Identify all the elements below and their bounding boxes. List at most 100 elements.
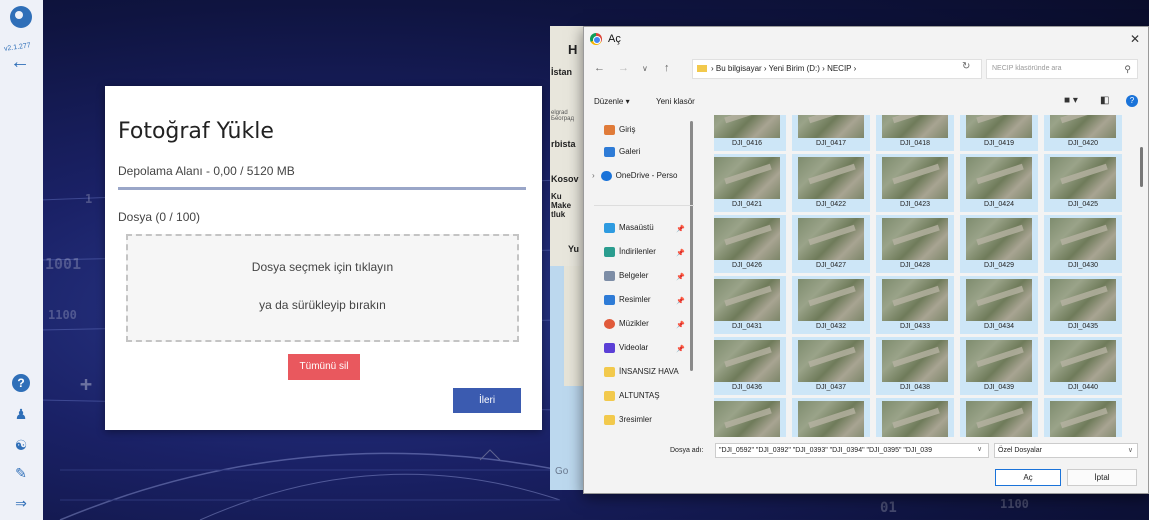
open-button[interactable]: Aç [995,469,1061,486]
users-icon[interactable]: ☯ [12,436,30,454]
file-thumbnail [1050,218,1116,260]
sidebar-item-home[interactable]: Giriş [604,125,635,135]
next-button[interactable]: İleri [453,388,521,413]
up-icon[interactable]: ↑ [664,62,670,74]
sidebar-item-label: Müzikler [619,319,649,329]
file-tile[interactable]: DJI_0425 [1044,154,1122,212]
pin-icon[interactable]: 📌 [676,225,685,233]
file-tile[interactable]: DJI_0435 [1044,276,1122,334]
sidebar-item-videos[interactable]: Videolar [604,343,648,353]
search-icon: ⚲ [1124,64,1131,74]
file-tile[interactable]: DJI_0436 [714,337,786,395]
file-tile[interactable]: DJI_0423 [876,154,954,212]
cancel-button[interactable]: İptal [1067,469,1137,486]
file-tile[interactable] [876,398,954,437]
file-tile[interactable]: DJI_0422 [792,154,870,212]
sidebar-item-folder[interactable]: ALTUNTAŞ [604,391,660,401]
breadcrumb-item[interactable]: Bu bilgisayar [716,64,762,73]
sidebar-item-desktop[interactable]: Masaüstü [604,223,654,233]
refresh-icon[interactable]: ↻ [962,61,970,72]
file-tile[interactable] [1044,398,1122,437]
sidebar-item-onedrive[interactable]: › OneDrive - Perso [592,171,677,181]
back-arrow-icon[interactable]: ← [10,52,30,72]
file-tile[interactable]: DJI_0433 [876,276,954,334]
delete-all-button[interactable]: Tümünü sil [288,354,360,380]
chevron-down-icon[interactable]: ∨ [977,445,982,453]
search-input[interactable]: NECIP klasöründe ara ⚲ [986,59,1138,79]
file-tile[interactable]: DJI_0439 [960,337,1038,395]
background-digits: 1100 [1000,497,1029,511]
filetype-select[interactable]: Özel Dosyalar ∨ [994,443,1138,458]
pin-icon[interactable]: 📌 [676,345,685,353]
filename-label: Dosya adı: [670,447,704,454]
recent-dropdown-icon[interactable]: ∨ [642,64,648,73]
filename-input[interactable]: "DJI_0592" "DJI_0392" "DJI_0393" "DJI_03… [715,443,989,458]
file-tile[interactable]: DJI_0427 [792,215,870,273]
file-thumbnail [882,115,948,138]
file-name: DJI_0438 [900,384,930,391]
new-folder-button[interactable]: Yeni klasör [656,97,695,106]
file-tile[interactable]: DJI_0421 [714,154,786,212]
file-tile[interactable]: DJI_0434 [960,276,1038,334]
breadcrumb-item[interactable]: NECIP [827,64,851,73]
forward-icon[interactable]: → [618,62,629,74]
preview-pane-icon[interactable]: ◧ [1100,95,1109,106]
logout-icon[interactable]: ⇒ [12,494,30,512]
user-edit-icon[interactable]: ✎ [12,464,30,482]
pin-icon[interactable]: 📌 [676,297,685,305]
file-tile[interactable]: DJI_0430 [1044,215,1122,273]
chevron-down-icon: ∨ [1127,447,1133,454]
file-tile[interactable]: DJI_0417 [792,115,870,151]
file-tile[interactable] [792,398,870,437]
help-icon[interactable]: ? [12,374,30,392]
breadcrumb-item[interactable]: Yeni Birim (D:) [769,64,820,73]
file-tile[interactable] [714,398,786,437]
file-name: DJI_0423 [900,201,930,208]
sidebar-item-music[interactable]: Müzikler [604,319,649,329]
file-tile[interactable]: DJI_0440 [1044,337,1122,395]
file-tile[interactable]: DJI_0428 [876,215,954,273]
map-view[interactable]: H İstan elgrad Београд rbista Kosov Ku M… [550,26,584,490]
file-thumbnail [1050,340,1116,382]
file-tile[interactable]: DJI_0432 [792,276,870,334]
file-tile[interactable]: DJI_0416 [714,115,786,151]
file-tile[interactable]: DJI_0420 [1044,115,1122,151]
file-tile[interactable]: DJI_0424 [960,154,1038,212]
organize-button[interactable]: Düzenle ▾ [594,97,630,106]
file-tile[interactable]: DJI_0429 [960,215,1038,273]
sidebar-item-downloads[interactable]: İndirilenler [604,247,656,257]
chevron-right-icon[interactable]: › [592,171,595,180]
file-tile[interactable]: DJI_0431 [714,276,786,334]
close-icon[interactable]: ✕ [1130,32,1140,46]
pin-icon[interactable]: 📌 [676,249,685,257]
file-grid-scrollbar[interactable] [1140,147,1143,187]
sidebar-item-folder[interactable]: İNSANSIZ HAVA [604,367,679,377]
dialog-titlebar: Aç ✕ [584,27,1148,53]
help-icon[interactable]: ? [1126,95,1138,107]
sidebar-item-documents[interactable]: Belgeler [604,271,648,281]
file-tile[interactable]: DJI_0418 [876,115,954,151]
sidebar-item-pictures[interactable]: Resimler [604,295,651,305]
address-bar[interactable]: › Bu bilgisayar › Yeni Birim (D:) › NECI… [692,59,982,79]
file-drop-zone[interactable]: Dosya seçmek için tıklayın ya da sürükle… [126,234,519,342]
sidebar-item-folder[interactable]: 3resimler [604,415,652,425]
file-name: DJI_0417 [816,140,846,147]
file-tile[interactable] [960,398,1038,437]
photo-upload-dialog: Fotoğraf Yükle Depolama Alanı - 0,00 / 5… [105,86,542,430]
file-tile[interactable]: DJI_0419 [960,115,1038,151]
file-name: DJI_0427 [816,262,846,269]
file-tile[interactable]: DJI_0426 [714,215,786,273]
app-logo-icon [10,6,32,28]
file-tile[interactable]: DJI_0438 [876,337,954,395]
sidebar-scrollbar[interactable] [690,121,693,371]
file-tile[interactable]: DJI_0437 [792,337,870,395]
pin-icon[interactable]: 📌 [676,321,685,329]
map-label: İstan [551,67,573,77]
pin-icon[interactable]: 📌 [676,273,685,281]
back-icon[interactable]: ← [594,62,605,74]
file-name: DJI_0421 [732,201,762,208]
view-options-icon[interactable]: ■ ▾ [1064,95,1078,106]
sidebar-item-gallery[interactable]: Galeri [604,147,640,157]
chrome-icon [590,33,602,45]
user-tree-icon[interactable]: ♟ [12,405,30,423]
